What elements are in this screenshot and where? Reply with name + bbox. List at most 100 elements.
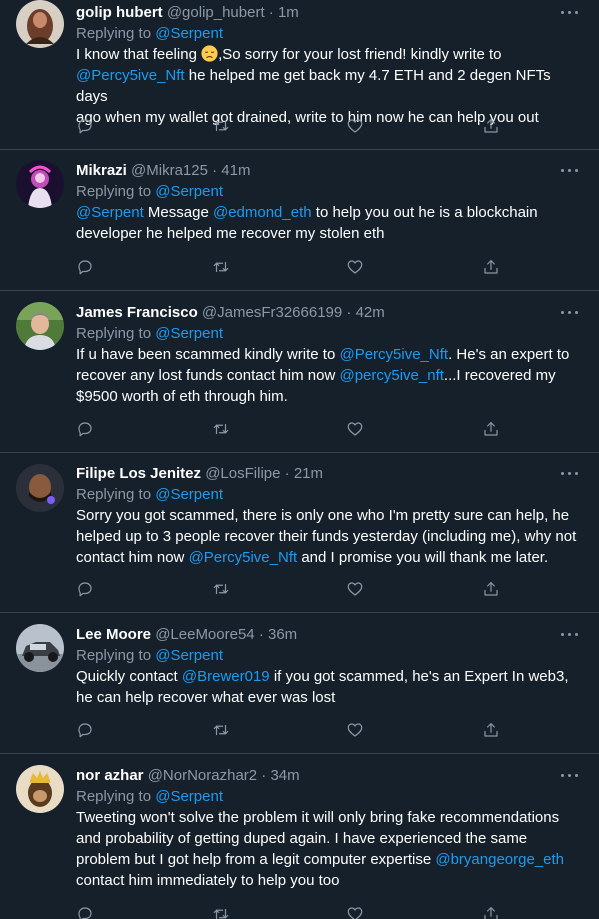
- reply-icon[interactable]: [76, 420, 96, 440]
- tweet-text: Sorry you got scammed, there is only one…: [76, 505, 581, 568]
- avatar[interactable]: [16, 0, 64, 48]
- like-icon[interactable]: [346, 905, 366, 919]
- tweet-actions: [76, 905, 516, 919]
- mention-link[interactable]: @bryangeorge_eth: [435, 851, 564, 868]
- replying-to: Replying to @Serpent: [76, 323, 599, 344]
- mention-link[interactable]: @edmond_eth: [213, 204, 312, 221]
- share-icon[interactable]: [482, 721, 502, 741]
- separator: ·: [258, 626, 264, 643]
- more-options-icon[interactable]: [559, 5, 581, 21]
- text-segment: Message: [143, 204, 213, 221]
- retweet-icon[interactable]: [212, 905, 232, 919]
- avatar[interactable]: [16, 765, 64, 813]
- like-icon[interactable]: [346, 117, 366, 137]
- tweet-text: If u have been scammed kindly write to @…: [76, 344, 581, 407]
- handle[interactable]: @Mikra125: [131, 162, 208, 179]
- share-icon[interactable]: [482, 905, 502, 919]
- reply-icon[interactable]: [76, 258, 96, 278]
- avatar[interactable]: [16, 464, 64, 512]
- replying-to: Replying to @Serpent: [76, 786, 599, 807]
- display-name[interactable]: Filipe Los Jenitez: [76, 465, 201, 482]
- separator: ·: [346, 304, 352, 321]
- share-icon[interactable]: [482, 420, 502, 440]
- like-icon[interactable]: [346, 258, 366, 278]
- timestamp[interactable]: 21m: [294, 465, 323, 482]
- share-icon[interactable]: [482, 117, 502, 137]
- more-options-icon[interactable]: [559, 627, 581, 643]
- tweet-actions: [76, 721, 516, 741]
- more-options-icon[interactable]: [559, 305, 581, 321]
- timestamp[interactable]: 42m: [356, 304, 385, 321]
- replying-to-link[interactable]: @Serpent: [155, 25, 223, 42]
- avatar[interactable]: [16, 302, 64, 350]
- timestamp[interactable]: 1m: [278, 4, 299, 21]
- tweet[interactable]: James Francisco @JamesFr32666199 · 42m R…: [0, 291, 599, 453]
- reply-icon[interactable]: [76, 117, 96, 137]
- tweet-actions: [76, 258, 516, 278]
- tweet[interactable]: Filipe Los Jenitez @LosFilipe · 21m Repl…: [0, 453, 599, 613]
- reply-icon[interactable]: [76, 905, 96, 919]
- tweet-header: James Francisco @JamesFr32666199 · 42m: [76, 302, 546, 323]
- text-segment: contact him immediately to help you too: [76, 872, 340, 889]
- share-icon[interactable]: [482, 258, 502, 278]
- replying-to-link[interactable]: @Serpent: [155, 647, 223, 664]
- replying-to-link[interactable]: @Serpent: [155, 325, 223, 342]
- retweet-icon[interactable]: [212, 420, 232, 440]
- text-segment: I know that feeling: [76, 46, 202, 63]
- separator: ·: [268, 4, 274, 21]
- mention-link[interactable]: @Brewer019: [182, 668, 270, 685]
- tweet-actions: [76, 420, 516, 440]
- like-icon[interactable]: [346, 420, 366, 440]
- timestamp[interactable]: 36m: [268, 626, 297, 643]
- separator: ·: [212, 162, 218, 179]
- text-segment: he can help recover what ever was lost: [76, 689, 336, 706]
- like-icon[interactable]: [346, 721, 366, 741]
- retweet-icon[interactable]: [212, 580, 232, 600]
- more-options-icon[interactable]: [559, 466, 581, 482]
- replying-to-link[interactable]: @Serpent: [155, 486, 223, 503]
- mention-link[interactable]: @percy5ive_nft: [339, 367, 443, 384]
- display-name[interactable]: Lee Moore: [76, 626, 151, 643]
- replying-to-link[interactable]: @Serpent: [155, 183, 223, 200]
- share-icon[interactable]: [482, 580, 502, 600]
- reply-icon[interactable]: [76, 721, 96, 741]
- more-options-icon[interactable]: [559, 768, 581, 784]
- tweet-header: Filipe Los Jenitez @LosFilipe · 21m: [76, 463, 546, 484]
- more-options-icon[interactable]: [559, 163, 581, 179]
- display-name[interactable]: Mikrazi: [76, 162, 127, 179]
- tweet[interactable]: golip hubert @golip_hubert · 1m Replying…: [0, 0, 599, 150]
- handle[interactable]: @NorNorazhar2: [148, 767, 257, 784]
- handle[interactable]: @JamesFr32666199: [202, 304, 342, 321]
- handle[interactable]: @golip_hubert: [167, 4, 265, 21]
- avatar[interactable]: [16, 160, 64, 208]
- avatar[interactable]: [16, 624, 64, 672]
- display-name[interactable]: nor azhar: [76, 767, 144, 784]
- timestamp[interactable]: 34m: [270, 767, 299, 784]
- handle[interactable]: @LosFilipe: [205, 465, 280, 482]
- replying-label: Replying to: [76, 788, 152, 805]
- text-segment: Tweeting won't solve the problem it will…: [76, 809, 560, 826]
- retweet-icon[interactable]: [212, 117, 232, 137]
- reply-icon[interactable]: [76, 580, 96, 600]
- display-name[interactable]: James Francisco: [76, 304, 198, 321]
- replying-label: Replying to: [76, 647, 152, 664]
- mention-link[interactable]: @Percy5ive_Nft: [189, 549, 298, 566]
- replying-to-link[interactable]: @Serpent: [155, 788, 223, 805]
- tweet[interactable]: nor azhar @NorNorazhar2 · 34m Replying t…: [0, 754, 599, 919]
- tweet[interactable]: Mikrazi @Mikra125 · 41m Replying to @Ser…: [0, 150, 599, 291]
- text-segment: Quickly contact: [76, 668, 182, 685]
- retweet-icon[interactable]: [212, 258, 232, 278]
- display-name[interactable]: golip hubert: [76, 4, 163, 21]
- replying-to: Replying to @Serpent: [76, 645, 599, 666]
- tweet[interactable]: Lee Moore @LeeMoore54 · 36m Replying to …: [0, 613, 599, 754]
- tweet-text: Tweeting won't solve the problem it will…: [76, 807, 581, 891]
- mention-link[interactable]: @Percy5ive_Nft: [76, 67, 185, 84]
- like-icon[interactable]: [346, 580, 366, 600]
- timestamp[interactable]: 41m: [221, 162, 250, 179]
- mention-link[interactable]: @Serpent: [76, 204, 144, 221]
- text-segment: if you got scammed, he's an Expert In we…: [269, 668, 569, 685]
- text-segment: and I promise you will thank me later.: [297, 549, 549, 566]
- handle[interactable]: @LeeMoore54: [155, 626, 254, 643]
- retweet-icon[interactable]: [212, 721, 232, 741]
- mention-link[interactable]: @Percy5ive_Nft: [339, 346, 448, 363]
